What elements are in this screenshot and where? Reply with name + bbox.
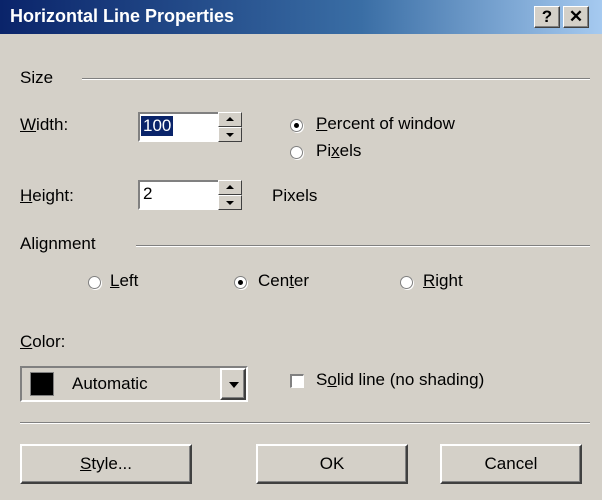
- arrow-up-icon: [226, 117, 234, 121]
- ok-button[interactable]: OK: [256, 444, 408, 484]
- height-up-button[interactable]: [218, 180, 242, 195]
- color-label: Color:: [20, 332, 66, 351]
- align-left-radio[interactable]: [88, 276, 101, 289]
- height-unit-label: Pixels: [272, 186, 318, 205]
- height-input[interactable]: 2: [138, 180, 220, 210]
- color-dropdown[interactable]: Automatic: [20, 366, 248, 402]
- height-down-button[interactable]: [218, 195, 242, 210]
- align-center-label[interactable]: Center: [258, 271, 309, 291]
- chevron-down-icon: [229, 382, 239, 388]
- alignment-divider: [136, 245, 590, 247]
- width-up-button[interactable]: [218, 112, 242, 127]
- arrow-down-icon: [226, 133, 234, 137]
- height-value: 2: [143, 184, 153, 203]
- close-button[interactable]: ✕: [563, 6, 589, 28]
- width-label: Width:: [20, 115, 69, 134]
- height-label: Height:: [20, 186, 74, 205]
- align-right-label[interactable]: Right: [423, 271, 463, 291]
- window-title: Horizontal Line Properties: [10, 6, 235, 26]
- cancel-button[interactable]: Cancel: [440, 444, 582, 484]
- color-dropdown-button[interactable]: [220, 368, 246, 400]
- align-left-label[interactable]: Left: [110, 271, 138, 291]
- pixels-radio[interactable]: [290, 146, 303, 159]
- buttons-divider: [20, 422, 590, 424]
- style-button[interactable]: Style...: [20, 444, 192, 484]
- arrow-down-icon: [226, 201, 234, 205]
- width-down-button[interactable]: [218, 127, 242, 142]
- align-center-radio[interactable]: [234, 276, 247, 289]
- color-swatch: [30, 372, 54, 396]
- height-spinner[interactable]: [218, 180, 242, 210]
- width-value: 100: [141, 116, 174, 136]
- color-value: Automatic: [72, 374, 148, 393]
- size-divider: [82, 78, 590, 80]
- close-icon: ✕: [568, 7, 584, 26]
- solid-line-checkbox[interactable]: [290, 374, 304, 388]
- alignment-section-label: Alignment: [20, 234, 96, 253]
- size-section-label: Size: [20, 68, 54, 87]
- width-spinner[interactable]: [218, 112, 242, 142]
- help-button[interactable]: ?: [534, 6, 560, 28]
- align-right-radio[interactable]: [400, 276, 413, 289]
- width-input[interactable]: 100: [138, 112, 220, 142]
- percent-radio[interactable]: [290, 119, 303, 132]
- arrow-up-icon: [226, 185, 234, 189]
- solid-line-label[interactable]: Solid line (no shading): [316, 370, 484, 390]
- pixels-label[interactable]: Pixels: [316, 141, 361, 161]
- percent-label[interactable]: Percent of window: [316, 114, 455, 134]
